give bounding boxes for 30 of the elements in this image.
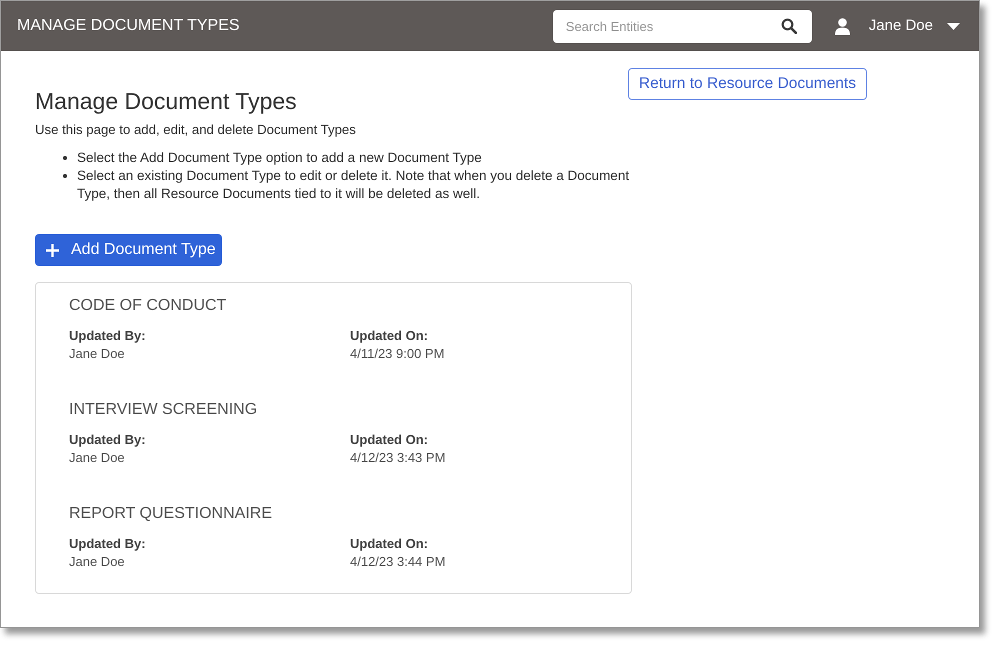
user-icon[interactable] xyxy=(834,18,850,34)
caret-icon[interactable] xyxy=(947,22,960,30)
instruction-text: Select an existing Document Type to edit or delete it. Note that when you delete a Document Type, then all Resource Documents tied to it will be deleted as well. xyxy=(77,167,630,203)
search-icon[interactable] xyxy=(780,18,797,34)
field-value: Jane Doe xyxy=(69,345,125,363)
bullet-icon xyxy=(63,156,67,160)
field-label: Updated By: xyxy=(69,431,146,449)
document-type-title[interactable]: CODE OF CONDUCT xyxy=(69,295,226,317)
document-type-title[interactable]: INTERVIEW SCREENING xyxy=(69,399,258,421)
add-document-type-button[interactable]: Add Document Type xyxy=(35,234,222,266)
document-type-title[interactable]: REPORT QUESTIONNAIRE xyxy=(69,503,272,525)
user-menu-button[interactable]: Jane Doe xyxy=(868,14,933,38)
instruction-text: Select the Add Document Type option to add a new Document Type xyxy=(77,149,483,167)
field-label: Updated On: xyxy=(350,431,428,449)
search-field[interactable]: Search Entities xyxy=(552,10,812,42)
field-label: Updated On: xyxy=(350,535,428,553)
field-value: 4/11/23 9:00 PM xyxy=(350,345,444,363)
field-label: Updated On: xyxy=(350,327,428,345)
bullet-icon xyxy=(63,174,67,178)
field-label: Updated By: xyxy=(69,535,146,553)
return-button[interactable]: Return to Resource Documents xyxy=(628,68,867,100)
field-value: 4/12/23 3:43 PM xyxy=(350,449,446,467)
page-heading: Manage Document Types xyxy=(35,87,297,116)
field-value: Jane Doe xyxy=(69,449,125,467)
plus-icon xyxy=(46,244,59,256)
field-value: Jane Doe xyxy=(69,553,125,571)
page-title: MANAGE DOCUMENT TYPES xyxy=(17,16,240,36)
field-value: 4/12/23 3:44 PM xyxy=(350,553,446,571)
intro-text: Use this page to add, edit, and delete Document Types xyxy=(35,121,356,139)
field-label: Updated By: xyxy=(69,327,146,345)
